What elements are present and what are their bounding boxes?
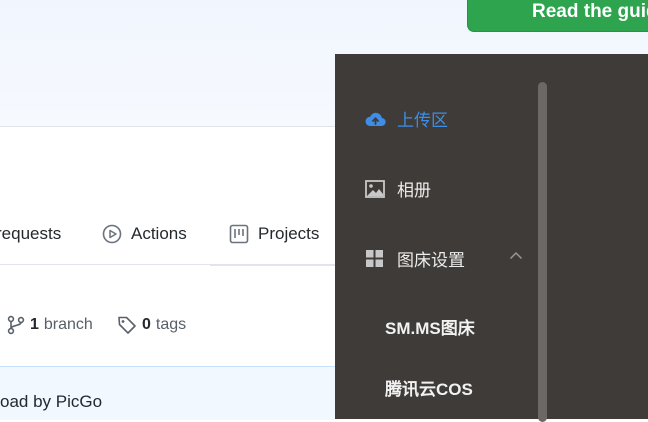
tab-actions[interactable]: Actions xyxy=(102,224,187,244)
read-guide-button[interactable]: Read the guide xyxy=(467,0,648,32)
branch-label: branch xyxy=(43,316,93,333)
menu-item-gallery[interactable]: 相册 xyxy=(365,176,431,201)
menu-item-picbed-settings[interactable]: 图床设置 xyxy=(365,246,465,271)
branch-link[interactable]: 1 branch xyxy=(7,315,93,335)
tags-link[interactable]: 0 tags xyxy=(117,315,186,335)
commit-message[interactable]: oad by PicGo xyxy=(0,392,102,412)
play-circle-icon xyxy=(102,224,122,244)
menu-item-picbed-settings-label: 图床设置 xyxy=(397,251,465,270)
git-branch-icon xyxy=(7,315,25,335)
branch-count: 1 xyxy=(30,316,39,333)
picgo-side-menu: 上传区 相册 图床设置 SM.MS图床 腾讯云COS xyxy=(335,54,648,422)
tags-label: tags xyxy=(155,316,187,333)
tab-pull-requests-label: requests xyxy=(0,224,62,243)
submenu-item-tencent-cos[interactable]: 腾讯云COS xyxy=(385,375,473,400)
project-board-icon xyxy=(229,224,249,244)
cloud-upload-icon xyxy=(365,111,386,127)
tab-projects-label: Projects xyxy=(258,224,320,243)
tab-projects[interactable]: Projects xyxy=(229,224,319,244)
tab-actions-label: Actions xyxy=(131,224,187,243)
repo-tabs: requests Actions Projects xyxy=(0,210,340,266)
tags-count: 0 xyxy=(142,316,151,333)
tab-pull-requests[interactable]: requests xyxy=(0,224,61,244)
image-icon xyxy=(365,179,386,198)
menu-item-gallery-label: 相册 xyxy=(397,181,431,200)
submenu-item-smms[interactable]: SM.MS图床 xyxy=(385,314,475,339)
menu-item-upload[interactable]: 上传区 xyxy=(365,106,448,131)
tag-icon xyxy=(117,315,137,335)
panel-scrollbar[interactable] xyxy=(538,82,547,422)
menu-item-upload-label: 上传区 xyxy=(397,111,448,130)
chevron-up-icon[interactable] xyxy=(509,251,523,260)
tabs-divider xyxy=(0,264,340,265)
grid-icon xyxy=(365,249,386,268)
